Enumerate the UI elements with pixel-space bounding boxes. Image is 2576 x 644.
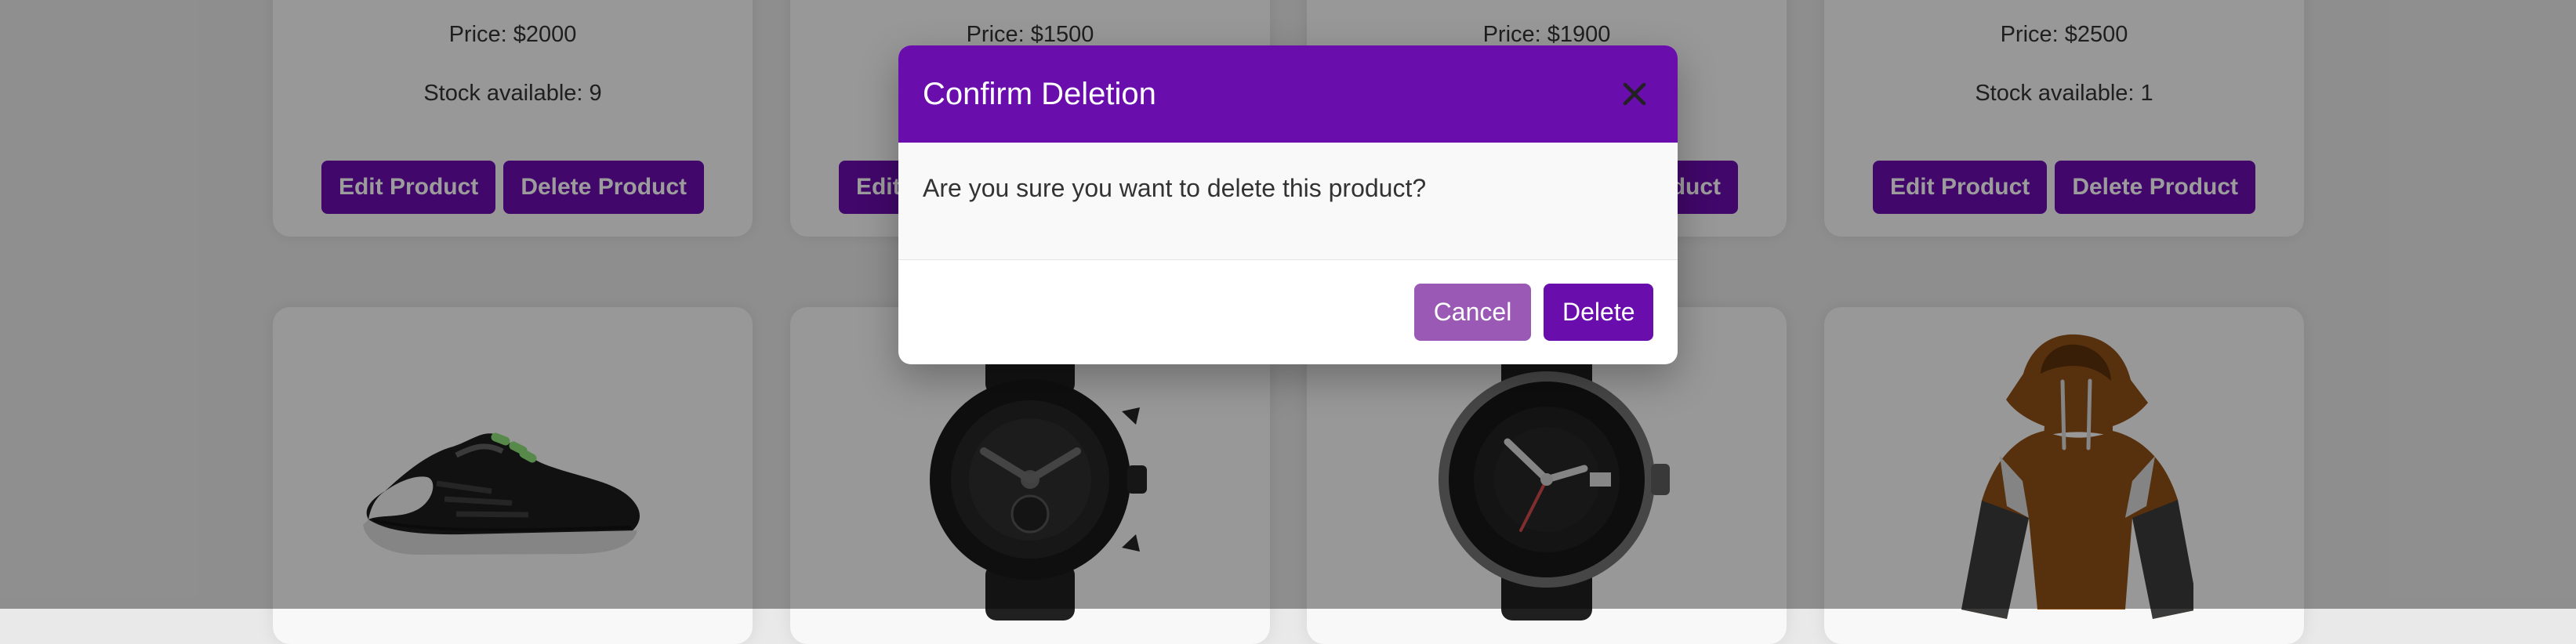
modal-header: Confirm Deletion (898, 45, 1678, 143)
modal-message: Are you sure you want to delete this pro… (923, 174, 1427, 202)
confirm-deletion-dialog: Confirm Deletion Are you sure you want t… (898, 45, 1678, 364)
modal-footer: Cancel Delete (898, 260, 1678, 364)
modal-title: Confirm Deletion (923, 77, 1156, 111)
cancel-button[interactable]: Cancel (1414, 284, 1531, 341)
close-button[interactable] (1613, 73, 1656, 115)
close-icon (1623, 82, 1646, 106)
modal-body: Are you sure you want to delete this pro… (898, 143, 1678, 260)
delete-button[interactable]: Delete (1544, 284, 1653, 341)
